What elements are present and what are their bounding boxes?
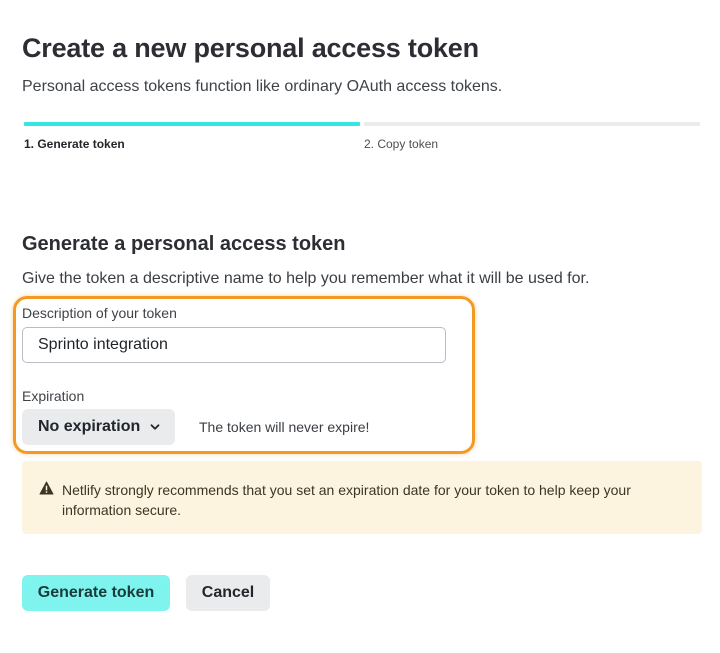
- token-description-label: Description of your token: [22, 305, 177, 321]
- token-description-input[interactable]: [22, 327, 446, 363]
- page-subtitle: Personal access tokens function like ord…: [22, 78, 503, 95]
- step-progress-bar-inactive: [364, 122, 700, 126]
- step-label: 2. Copy token: [364, 137, 439, 151]
- step-generate-token: 1. Generate token: [24, 122, 360, 162]
- expiration-selected-value: No expiration: [38, 418, 141, 435]
- cancel-button[interactable]: Cancel: [186, 575, 270, 611]
- section-description: Give the token a descriptive name to hel…: [22, 270, 590, 287]
- expiration-select[interactable]: No expiration: [22, 409, 175, 445]
- chevron-down-icon: [150, 424, 160, 430]
- step-label: 1. Generate token: [24, 137, 125, 151]
- step-copy-token: 2. Copy token: [364, 122, 700, 162]
- section-title: Generate a personal access token: [22, 233, 346, 255]
- warning-icon: [39, 481, 54, 495]
- warning-text: Netlify strongly recommends that you set…: [62, 482, 631, 518]
- expiration-label: Expiration: [22, 388, 85, 404]
- expiration-note: The token will never expire!: [199, 419, 370, 435]
- page-title: Create a new personal access token: [22, 33, 479, 63]
- step-indicator: 1. Generate token 2. Copy token: [22, 122, 700, 162]
- warning-banner: Netlify strongly recommends that you set…: [22, 461, 702, 534]
- generate-token-button[interactable]: Generate token: [22, 575, 170, 611]
- step-progress-bar-active: [24, 122, 360, 126]
